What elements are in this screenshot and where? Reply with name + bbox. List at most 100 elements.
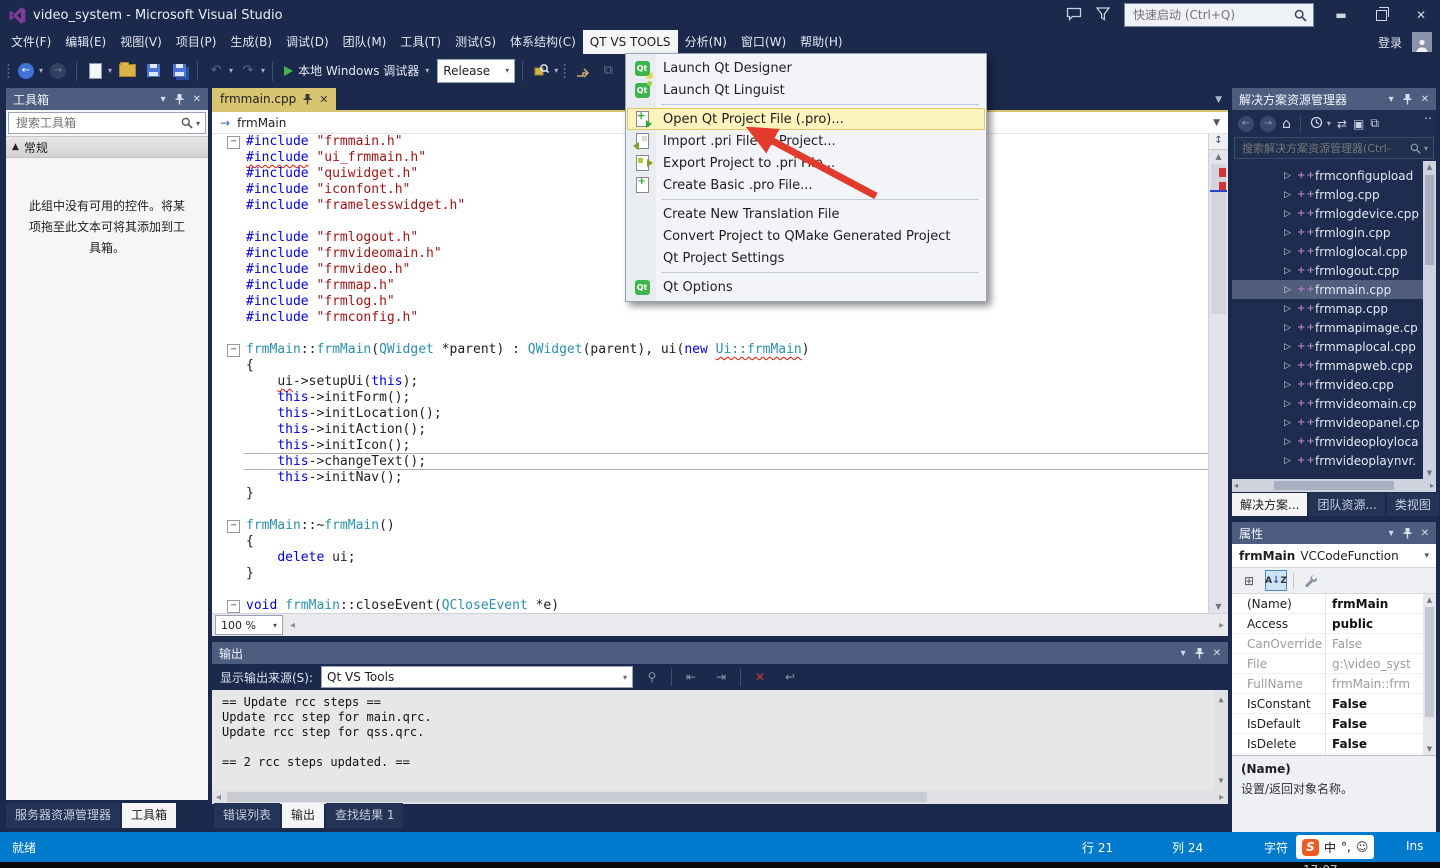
output-menu-icon[interactable]: ▾: [1181, 648, 1186, 659]
property-row[interactable]: FullNamefrmMain::frm: [1232, 674, 1436, 694]
hscroll-right-icon[interactable]: ▸: [1215, 792, 1228, 803]
tree-item[interactable]: ▷++frmlogout.cpp: [1232, 261, 1436, 280]
save-all-icon[interactable]: [168, 60, 190, 82]
tree-item[interactable]: ▷++frmlogdevice.cpp: [1232, 204, 1436, 223]
output-close-icon[interactable]: ✕: [1213, 648, 1221, 659]
filter-icon[interactable]: [1096, 7, 1110, 24]
navigate-back-dropdown-icon[interactable]: ▾: [39, 66, 43, 75]
collapse-icon[interactable]: −: [227, 520, 240, 533]
solution-tab[interactable]: 团队资源...: [1309, 493, 1384, 516]
code-line[interactable]: ui->setupUi(this);: [212, 374, 1209, 390]
categorized-icon[interactable]: ⊞: [1239, 571, 1259, 590]
sogou-icon[interactable]: S: [1302, 839, 1319, 856]
tree-item[interactable]: ▷++frmvideoplaynvr.: [1232, 451, 1436, 470]
menu-item[interactable]: 工具(T): [393, 30, 448, 54]
split-window-handle[interactable]: ↕: [1209, 134, 1228, 150]
code-line[interactable]: this->initForm();: [212, 390, 1209, 406]
status-char[interactable]: 字符: [1264, 839, 1288, 856]
overflow-icon[interactable]: ‥: [1424, 108, 1432, 122]
qt-menu-item[interactable]: QtLaunch Qt Linguist: [627, 79, 985, 101]
new-file-icon[interactable]: [84, 60, 106, 82]
qt-menu-item[interactable]: Create Basic .pro File...: [627, 174, 985, 196]
collapse-icon[interactable]: −: [227, 136, 240, 149]
output-source-combo[interactable]: Qt VS Tools▾: [321, 666, 633, 688]
solution-explorer-close-icon[interactable]: ✕: [1421, 94, 1429, 105]
solution-search-input[interactable]: [1240, 141, 1410, 156]
ime-mode[interactable]: 中: [1324, 839, 1336, 856]
find-message-icon[interactable]: ⚲: [641, 667, 663, 687]
redo-dropdown-icon[interactable]: ▾: [261, 66, 265, 75]
pin-icon[interactable]: [1195, 648, 1204, 659]
expander-icon[interactable]: ▷: [1284, 247, 1297, 257]
hscroll-left-icon[interactable]: ◂: [1234, 481, 1238, 490]
tree-item[interactable]: ▷++frmloglocal.cpp: [1232, 242, 1436, 261]
menu-item[interactable]: 团队(M): [336, 30, 394, 54]
redo-icon[interactable]: ↷: [237, 60, 259, 82]
code-line[interactable]: −void frmMain::closeEvent(QCloseEvent *e…: [212, 598, 1209, 613]
code-line[interactable]: −frmMain::~frmMain(): [212, 518, 1209, 534]
properties-vertical-scrollbar[interactable]: ▲▼: [1423, 594, 1436, 755]
undo-icon[interactable]: ↶: [205, 60, 227, 82]
sign-in-link[interactable]: 登录: [1378, 34, 1402, 51]
property-row[interactable]: IsFinalFalse: [1232, 754, 1436, 755]
expander-icon[interactable]: ▷: [1284, 323, 1297, 333]
close-tab-icon[interactable]: ✕: [319, 93, 328, 106]
code-line[interactable]: this->initAction();: [212, 422, 1209, 438]
back-icon[interactable]: ←: [1238, 116, 1254, 132]
pin-icon[interactable]: [175, 94, 184, 105]
qt-menu-item[interactable]: QtQt Options: [627, 276, 985, 298]
ime-emoji-icon[interactable]: ☺: [1356, 840, 1369, 854]
solution-explorer-header[interactable]: 解决方案资源管理器 ▾ ✕: [1232, 88, 1436, 110]
properties-object-row[interactable]: frmMain VCCodeFunction ▾: [1232, 544, 1436, 568]
output-header[interactable]: 输出 ▾ ✕: [212, 642, 1228, 664]
toolbox-header[interactable]: 工具箱 ▾ ✕: [6, 88, 208, 110]
tree-item[interactable]: ▷++frmmap.cpp: [1232, 299, 1436, 318]
expander-icon[interactable]: ▷: [1284, 304, 1297, 314]
properties-close-icon[interactable]: ✕: [1421, 528, 1429, 539]
debug-target-dropdown-icon[interactable]: ▾: [425, 66, 429, 75]
hscroll-thumb[interactable]: [227, 792, 927, 802]
code-line[interactable]: this->initIcon();: [212, 438, 1209, 454]
property-row[interactable]: (Name)frmMain: [1232, 594, 1436, 614]
properties-header[interactable]: 属性 ▾ ✕: [1232, 522, 1436, 544]
tree-item[interactable]: ▷++frmmapweb.cpp: [1232, 356, 1436, 375]
navigate-to-icon[interactable]: [571, 60, 593, 82]
solution-tab[interactable]: 解决方案...: [1232, 493, 1307, 516]
quick-launch-input[interactable]: [1131, 7, 1294, 23]
save-icon[interactable]: [142, 60, 164, 82]
scrollbar-thumb[interactable]: [1425, 607, 1434, 717]
forward-icon[interactable]: →: [1260, 116, 1276, 132]
toolbox-section-general[interactable]: ▲ 常规: [6, 136, 208, 158]
filter-dropdown-icon[interactable]: ▾: [1327, 119, 1331, 128]
expander-icon[interactable]: ▷: [1284, 285, 1297, 295]
toolbox-search-input[interactable]: [14, 115, 181, 131]
menu-item[interactable]: 窗口(W): [734, 30, 793, 54]
property-row[interactable]: CanOverrideFalse: [1232, 634, 1436, 654]
status-insert-mode[interactable]: Ins: [1406, 839, 1423, 853]
qt-menu-item[interactable]: QtLaunch Qt Designer: [627, 57, 985, 79]
object-dropdown-icon[interactable]: ▾: [1424, 551, 1429, 561]
property-row[interactable]: Fileg:\video_syst: [1232, 654, 1436, 674]
property-row[interactable]: IsDefaultFalse: [1232, 714, 1436, 734]
open-file-icon[interactable]: [116, 60, 138, 82]
menu-item[interactable]: 文件(F): [4, 30, 58, 54]
code-line[interactable]: this->initNav();: [212, 470, 1209, 486]
properties-menu-icon[interactable]: ▾: [1389, 528, 1394, 539]
undo-dropdown-icon[interactable]: ▾: [229, 66, 233, 75]
tool-window-tab[interactable]: 工具箱: [122, 803, 176, 828]
search-options-caret-icon[interactable]: ▾: [1424, 144, 1428, 153]
bottom-panel-tab[interactable]: 错误列表: [214, 803, 280, 828]
expander-icon[interactable]: ▷: [1284, 209, 1297, 219]
tree-item[interactable]: ▷++frmlog.cpp: [1232, 185, 1436, 204]
code-line[interactable]: [212, 582, 1209, 598]
menu-item[interactable]: 测试(S): [448, 30, 503, 54]
property-row[interactable]: IsConstantFalse: [1232, 694, 1436, 714]
expander-icon[interactable]: ▷: [1284, 361, 1297, 371]
pin-icon[interactable]: [1403, 528, 1412, 539]
status-line[interactable]: 行 21: [1082, 839, 1113, 856]
expander-icon[interactable]: ▷: [1284, 342, 1297, 352]
show-all-files-icon[interactable]: ⧉: [1370, 116, 1379, 131]
code-line[interactable]: {: [212, 358, 1209, 374]
tree-item[interactable]: ▷++frmvideopanel.cp: [1232, 413, 1436, 432]
ime-toolbar[interactable]: S 中 °, ☺: [1296, 835, 1374, 859]
